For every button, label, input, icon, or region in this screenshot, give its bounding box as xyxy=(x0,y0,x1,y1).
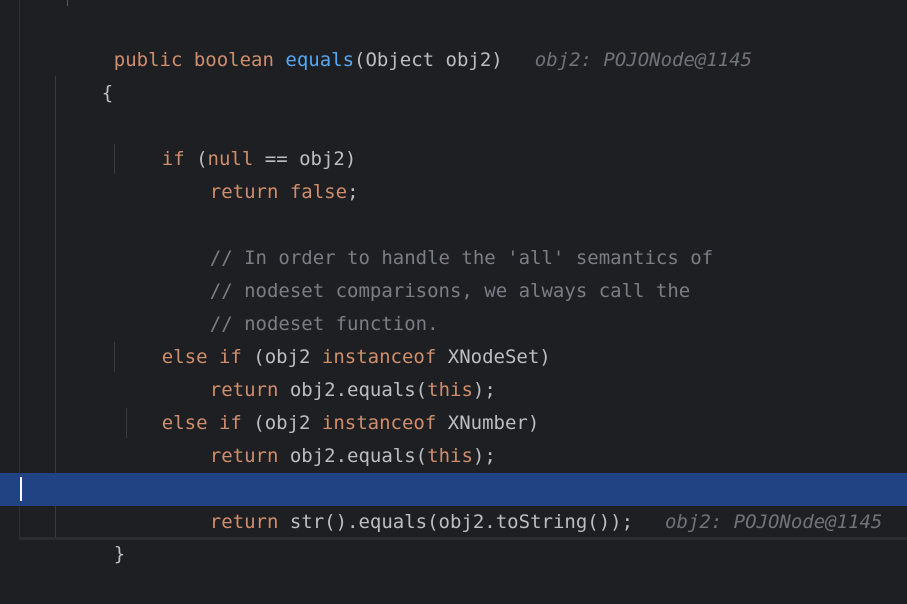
code-line-open-brace[interactable]: { xyxy=(0,44,907,104)
code-line-comment-2[interactable]: // nodeset comparisons, we always call t… xyxy=(0,242,907,302)
code-line-if-null[interactable]: if (null == obj2) xyxy=(0,110,907,170)
code-line-return-this-1[interactable]: return obj2.equals(this); xyxy=(0,341,907,401)
code-line-signature[interactable]: public boolean equals(Object obj2) obj2: … xyxy=(0,11,907,71)
code-line-return-this-2[interactable]: return obj2.equals(this); xyxy=(0,407,907,467)
code-editor[interactable]: public boolean equals(Object obj2) obj2: … xyxy=(0,0,907,565)
open-brace: { xyxy=(101,82,114,104)
code-line-comment-3[interactable]: // nodeset function. xyxy=(0,275,907,335)
code-line-elseif-xnumber[interactable]: else if (obj2 instanceof XNumber) xyxy=(0,374,907,434)
close-brace: } xyxy=(113,543,126,565)
code-line-else[interactable]: else xyxy=(0,440,907,500)
code-line-close-brace[interactable]: } xyxy=(0,505,907,565)
code-line-return-false[interactable]: return false; xyxy=(0,143,907,203)
fold-marker xyxy=(67,0,68,6)
keyword-false: false xyxy=(289,181,348,203)
semicolon: ; xyxy=(347,181,359,203)
code-line-comment-1[interactable]: // In order to handle the 'all' semantic… xyxy=(0,209,907,269)
code-line-elseif-xnodeset[interactable]: else if (obj2 instanceof XNodeSet) xyxy=(0,308,907,368)
code-line-current-execution[interactable]: return str().equals(obj2.toString()); obj… xyxy=(0,473,907,533)
keyword-return: return xyxy=(209,181,279,203)
text-caret xyxy=(20,477,22,501)
